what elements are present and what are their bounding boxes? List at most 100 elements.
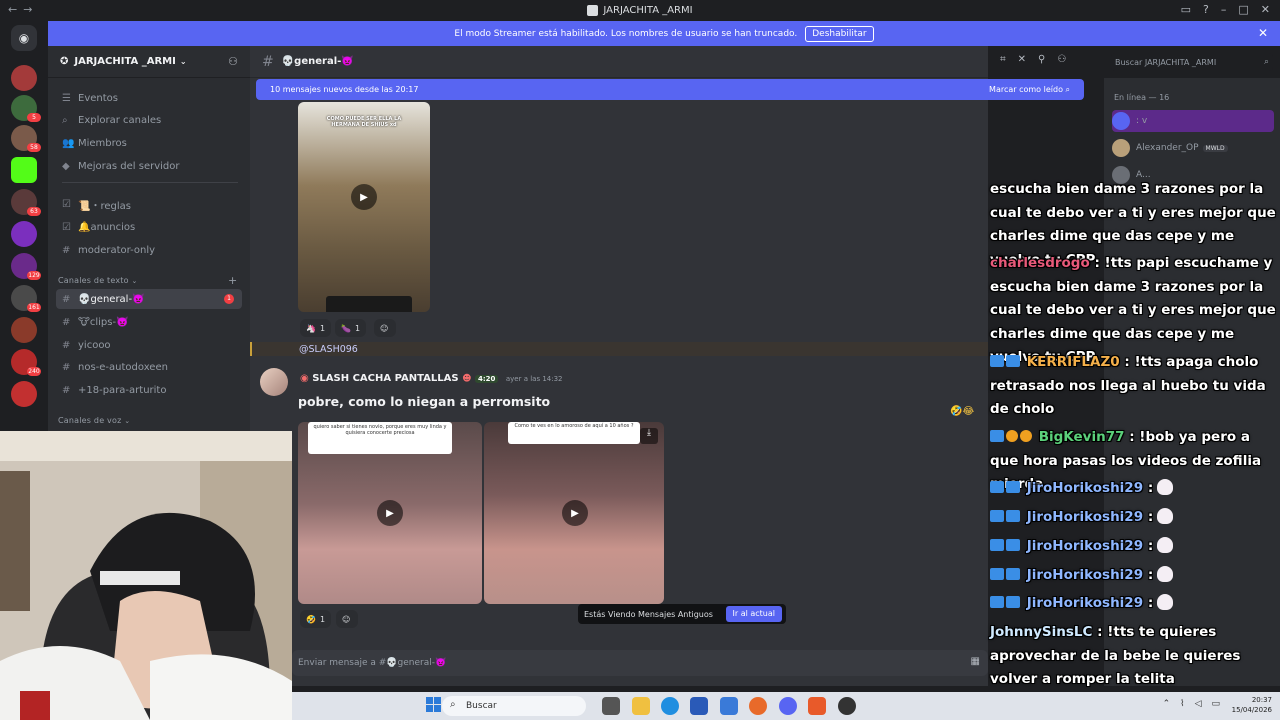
network-icon[interactable]: ⌇ <box>1180 699 1184 709</box>
server-icon[interactable] <box>11 381 37 407</box>
chevron-down-icon: ⌄ <box>131 277 138 285</box>
message-input[interactable]: Enviar mensaje a #💀general-👿 ▦ <box>292 650 988 676</box>
channel-yicooo[interactable]: # yicooo <box>56 335 242 355</box>
reaction-count: 1 <box>319 323 326 333</box>
play-icon[interactable]: ▶ <box>377 500 403 526</box>
chat-message: JiroHorikoshi29 : <box>990 592 1278 616</box>
quick-reactions[interactable]: 🤣😂 <box>950 406 986 420</box>
sidebar-item-browse-channels[interactable]: ⌕ Explorar canales <box>56 110 242 130</box>
tray-chevron-icon[interactable]: ⌃ <box>1163 699 1171 709</box>
server-rail: ◉ 5 58 63 129 161 240 <box>0 21 48 431</box>
discord-home-icon[interactable]: ◉ <box>11 25 37 51</box>
discord-taskbar-icon[interactable] <box>779 697 797 715</box>
category-text-channels[interactable]: Canales de texto ⌄ + <box>58 274 237 287</box>
jump-to-present-button[interactable]: Ir al actual <box>725 606 782 622</box>
file-explorer-icon[interactable] <box>632 697 650 715</box>
app-icon[interactable] <box>720 697 738 715</box>
pin-icon[interactable]: ⚲ <box>1038 54 1045 65</box>
app-icon[interactable] <box>690 697 708 715</box>
brave-icon[interactable] <box>808 697 826 715</box>
hash-icon: # <box>62 316 71 328</box>
new-messages-bar[interactable]: 10 mensajes nuevos desde las 20:17 Marca… <box>256 79 1084 100</box>
chat-username: JohnnySinsLC <box>990 624 1093 640</box>
video-attachment[interactable]: quiero saber si tienes novio, porque ere… <box>298 422 482 604</box>
taskbar-search[interactable]: ⌕ Buscar <box>442 696 586 716</box>
firefox-icon[interactable] <box>749 697 767 715</box>
video-attachment[interactable]: Como te ves en lo amoroso de aquí a 10 a… <box>484 422 664 604</box>
maximize-icon[interactable]: □ <box>1238 3 1248 16</box>
close-window-icon[interactable]: ✕ <box>1261 3 1270 16</box>
channel-rules[interactable]: ☑ 📜・reglas <box>56 194 242 214</box>
search-placeholder: Buscar JARJACHITA _ARMI <box>1115 57 1217 67</box>
message-author[interactable]: ◉ SLASH CACHA PANTALLAS ☻ 4:20 ayer a la… <box>300 373 563 384</box>
server-icon[interactable] <box>11 221 37 247</box>
sidebar-item-label: Mejoras del servidor <box>78 160 180 172</box>
search-input[interactable]: Buscar JARJACHITA _ARMI ⌕ <box>1111 53 1273 71</box>
chat-message: JiroHorikoshi29 : <box>990 564 1278 588</box>
members-icon: 👥 <box>62 137 75 149</box>
channel-autodoxeen[interactable]: # nos-e-autodoxeen <box>56 357 242 377</box>
channel-general[interactable]: # 💀general-👿 1 <box>56 289 242 309</box>
add-channel-icon[interactable]: + <box>228 274 237 287</box>
boost-icon: ◆ <box>62 160 70 172</box>
mark-as-read-button[interactable]: Marcar como leído ⌕ <box>989 85 1070 95</box>
windows-start-icon[interactable] <box>426 697 442 713</box>
close-banner-icon[interactable]: ✕ <box>1258 26 1268 40</box>
chat-username: JiroHorikoshi29 <box>1026 595 1144 611</box>
kick-server-icon[interactable] <box>11 157 37 183</box>
threads-icon[interactable]: ⌗ <box>1000 54 1006 65</box>
video-caption: quiero saber si tienes novio, porque ere… <box>308 422 452 454</box>
windows-taskbar: ⌕ Buscar ⌃ ⌇ ◁ ▭ 20:37 15/04/2026 <box>292 692 1280 720</box>
download-icon[interactable]: ⤓ <box>640 428 658 444</box>
channel-arturito[interactable]: # +18-para-arturito <box>56 380 242 400</box>
disable-streamer-button[interactable]: Deshabilitar <box>805 25 874 42</box>
help-icon[interactable]: ? <box>1203 3 1209 16</box>
category-voice-channels[interactable]: Canales de voz ⌄ <box>58 416 130 425</box>
taskbar-clock[interactable]: 20:37 15/04/2026 <box>1232 695 1272 715</box>
hash-icon: # <box>62 244 71 256</box>
member-item[interactable]: : v <box>1112 110 1274 132</box>
channel-announcements[interactable]: ☑ 🔔anuncios <box>56 217 242 237</box>
chevron-down-icon: ⌄ <box>179 57 187 66</box>
reaction-eggplant[interactable]: 🍆 1 <box>335 319 367 337</box>
edge-icon[interactable] <box>661 697 679 715</box>
minimize-icon[interactable]: – <box>1221 3 1227 16</box>
channel-clips[interactable]: # 🐮clips-👿 <box>56 312 242 332</box>
server-badge: 161 <box>27 303 41 312</box>
channel-header: # 💀general-👿 <box>250 46 988 78</box>
volume-icon[interactable]: ◁ <box>1195 699 1202 709</box>
reaction-unicorn[interactable]: 🦄 1 <box>300 319 332 337</box>
app-icon[interactable] <box>838 697 856 715</box>
play-icon[interactable]: ▶ <box>562 500 588 526</box>
nav-arrows-icon[interactable]: ←→ <box>8 3 38 16</box>
add-reaction-icon[interactable]: ☺ <box>374 319 396 337</box>
server-icon[interactable] <box>11 65 37 91</box>
inbox-icon[interactable]: ▭ <box>1181 3 1191 16</box>
reaction-rofl[interactable]: 🤣 1 <box>300 610 332 628</box>
webcam-image <box>0 431 292 720</box>
add-member-icon[interactable]: ⚇ <box>228 55 238 68</box>
battery-icon[interactable]: ▭ <box>1211 699 1220 709</box>
avatar[interactable] <box>260 368 288 396</box>
video-attachment[interactable]: COMO PUEDE SER ELLA LA HERMANA DE SHIUS … <box>298 102 430 312</box>
add-reaction-icon[interactable]: ☺ <box>336 610 358 628</box>
old-messages-notice: Estás Viendo Mensajes Antiguos Ir al act… <box>578 604 786 624</box>
chat-badge-icon <box>1006 481 1020 493</box>
play-icon[interactable]: ▶ <box>351 184 377 210</box>
gift-icon[interactable]: ▦ <box>971 656 980 667</box>
sidebar-item-server-boost[interactable]: ◆ Mejoras del servidor <box>56 156 242 176</box>
chat-badge-icon <box>990 596 1004 608</box>
notifications-muted-icon[interactable]: ✕ <box>1018 54 1026 65</box>
server-icon[interactable] <box>11 317 37 343</box>
sidebar-item-events[interactable]: ☰ Eventos <box>56 88 242 108</box>
member-list-icon[interactable]: ⚇ <box>1057 54 1066 65</box>
chat-badge-icon <box>990 481 1004 493</box>
channel-moderator-only[interactable]: # moderator-only <box>56 240 242 260</box>
avatar <box>1112 139 1130 157</box>
server-header[interactable]: ✪ JARJACHITA _ARMI ⌄ ⚇ <box>48 46 250 78</box>
sidebar-item-members[interactable]: 👥 Miembros <box>56 133 242 153</box>
reaction-emoji: 🤣 <box>306 614 316 624</box>
task-view-icon[interactable] <box>602 697 620 715</box>
member-item[interactable]: Alexander_OP MWLD <box>1112 137 1274 159</box>
mention-link[interactable]: @SLASH096 <box>299 344 358 355</box>
